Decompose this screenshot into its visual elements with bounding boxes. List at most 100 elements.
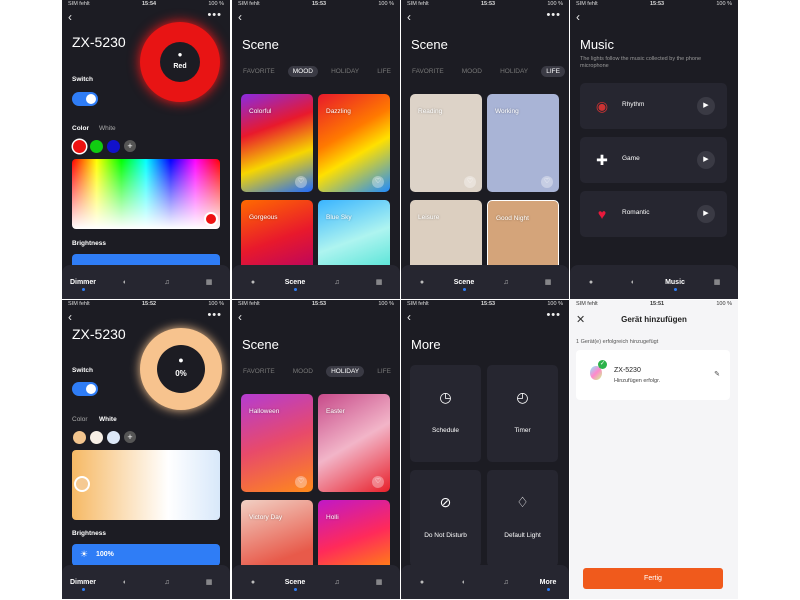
music-icon[interactable]: ♫ xyxy=(491,279,521,286)
scene-card[interactable]: Colorful ♡ xyxy=(241,94,313,192)
back-icon[interactable]: ‹ xyxy=(407,310,411,324)
music-icon[interactable]: ♫ xyxy=(152,279,182,286)
device-card[interactable]: ✓ ZX-5230 Hinzufügen erfolgr. ✎ xyxy=(576,350,730,400)
palette-icon[interactable]: ◐ xyxy=(110,579,140,586)
picker-handle[interactable] xyxy=(74,476,90,492)
music-item-game[interactable]: ✚ Game ▶ xyxy=(580,137,727,183)
add-swatch-icon[interactable]: + xyxy=(124,140,136,152)
heart-icon[interactable]: ♡ xyxy=(372,176,384,188)
more-icon[interactable]: ••• xyxy=(546,309,561,321)
status-bar: SIM fehlt 15:53 100 % xyxy=(576,1,732,7)
schedule-button[interactable]: ◷ Schedule xyxy=(410,365,481,462)
swatch-red[interactable] xyxy=(73,140,86,153)
timer-button[interactable]: ◴ Timer xyxy=(487,365,558,462)
heart-icon[interactable]: ♡ xyxy=(295,476,307,488)
tab-favorite[interactable]: FAVORITE xyxy=(238,366,280,377)
swatch-green[interactable] xyxy=(90,140,103,153)
color-ring[interactable]: ● Red xyxy=(140,22,220,102)
scene-card[interactable]: Working ♡ xyxy=(487,94,559,192)
done-button[interactable]: Fertig xyxy=(583,568,723,589)
back-icon[interactable]: ‹ xyxy=(238,10,242,24)
heart-icon[interactable]: ♡ xyxy=(372,476,384,488)
grid-icon[interactable]: ▦ xyxy=(364,278,394,286)
grid-icon[interactable]: ▦ xyxy=(194,578,224,586)
swatch-neutral[interactable] xyxy=(90,431,103,444)
bulb-icon[interactable]: ● xyxy=(407,579,437,586)
palette-icon[interactable]: ◐ xyxy=(110,279,140,286)
music-item-romantic[interactable]: ♥ Romantic ▶ xyxy=(580,191,727,237)
music-icon[interactable]: ♫ xyxy=(491,579,521,586)
scene-card[interactable]: Dazzling ♡ xyxy=(318,94,390,192)
tab-mood[interactable]: MOOD xyxy=(287,66,318,77)
tab-holiday[interactable]: HOLIDAY xyxy=(326,366,365,377)
back-icon[interactable]: ‹ xyxy=(576,10,580,24)
scene-card[interactable]: Easter ♡ xyxy=(318,394,390,492)
color-picker[interactable] xyxy=(72,159,220,229)
grid-icon[interactable]: ▦ xyxy=(364,578,394,586)
back-icon[interactable]: ‹ xyxy=(68,10,72,24)
bulb-icon[interactable]: ● xyxy=(407,279,437,286)
back-icon[interactable]: ‹ xyxy=(238,310,242,324)
tab-color[interactable]: Color xyxy=(72,125,89,132)
music-icon[interactable]: ♫ xyxy=(322,279,352,286)
more-icon[interactable]: ••• xyxy=(207,309,222,321)
nav-scene[interactable]: Scene xyxy=(280,279,310,291)
more-icon[interactable]: ••• xyxy=(207,9,222,21)
grid-icon[interactable]: ▦ xyxy=(702,278,732,286)
music-icon[interactable]: ♫ xyxy=(152,579,182,586)
grid-icon[interactable]: ▦ xyxy=(533,278,563,286)
scene-card[interactable]: Halloween ♡ xyxy=(241,394,313,492)
nav-dimmer[interactable]: Dimmer xyxy=(68,279,98,291)
play-icon[interactable]: ▶ xyxy=(697,205,715,223)
tab-life[interactable]: LIFE xyxy=(541,66,565,77)
swatch-cool[interactable] xyxy=(107,431,120,444)
heart-icon[interactable]: ♡ xyxy=(295,176,307,188)
tab-life[interactable]: LIFE xyxy=(372,66,396,77)
white-picker[interactable] xyxy=(72,450,220,520)
music-item-rhythm[interactable]: ◉ Rhythm ▶ xyxy=(580,83,727,129)
tab-favorite[interactable]: FAVORITE xyxy=(238,66,280,77)
tab-holiday[interactable]: HOLIDAY xyxy=(495,66,533,77)
back-icon[interactable]: ‹ xyxy=(68,310,72,324)
palette-icon[interactable]: ◐ xyxy=(618,279,648,286)
gamepad-icon: ✚ xyxy=(596,152,608,168)
swatch-warm[interactable] xyxy=(73,431,86,444)
scene-card[interactable]: Reading ♡ xyxy=(410,94,482,192)
bulb-icon[interactable]: ● xyxy=(238,579,268,586)
add-swatch-icon[interactable]: + xyxy=(124,431,136,443)
power-toggle[interactable] xyxy=(72,382,98,396)
power-toggle[interactable] xyxy=(72,92,98,106)
nav-scene[interactable]: Scene xyxy=(449,279,479,291)
music-icon[interactable]: ♫ xyxy=(322,579,352,586)
tab-holiday[interactable]: HOLIDAY xyxy=(326,66,364,77)
nav-scene[interactable]: Scene xyxy=(280,579,310,591)
back-icon[interactable]: ‹ xyxy=(407,10,411,24)
tab-favorite[interactable]: FAVORITE xyxy=(407,66,449,77)
more-icon[interactable]: ••• xyxy=(546,9,561,21)
grid-icon[interactable]: ▦ xyxy=(194,278,224,286)
swatch-blue[interactable] xyxy=(107,140,120,153)
tab-color[interactable]: Color xyxy=(72,416,88,423)
play-icon[interactable]: ▶ xyxy=(697,151,715,169)
edit-icon[interactable]: ✎ xyxy=(714,370,720,378)
bulb-icon[interactable]: ● xyxy=(238,279,268,286)
tab-white[interactable]: White xyxy=(99,125,116,132)
bell-icon: ♢ xyxy=(516,494,529,510)
bulb-icon[interactable]: ● xyxy=(576,279,606,286)
tab-life[interactable]: LIFE xyxy=(372,366,396,377)
tab-mood[interactable]: MOOD xyxy=(457,66,487,77)
tab-white[interactable]: White xyxy=(99,416,117,423)
default-light-button[interactable]: ♢ Default Light xyxy=(487,470,558,567)
do-not-disturb-button[interactable]: ⊘ Do Not Disturb xyxy=(410,470,481,567)
white-ring[interactable]: ● 0% xyxy=(140,328,222,410)
nav-music[interactable]: Music xyxy=(660,279,690,291)
tab-mood[interactable]: MOOD xyxy=(288,366,318,377)
brightness-slider[interactable]: ☀ 100% xyxy=(72,544,220,566)
heart-icon[interactable]: ♡ xyxy=(464,176,476,188)
heart-icon[interactable]: ♡ xyxy=(541,176,553,188)
palette-icon[interactable]: ◐ xyxy=(449,579,479,586)
play-icon[interactable]: ▶ xyxy=(697,97,715,115)
nav-more[interactable]: More xyxy=(533,579,563,591)
picker-handle[interactable] xyxy=(204,212,218,226)
nav-dimmer[interactable]: Dimmer xyxy=(68,579,98,591)
